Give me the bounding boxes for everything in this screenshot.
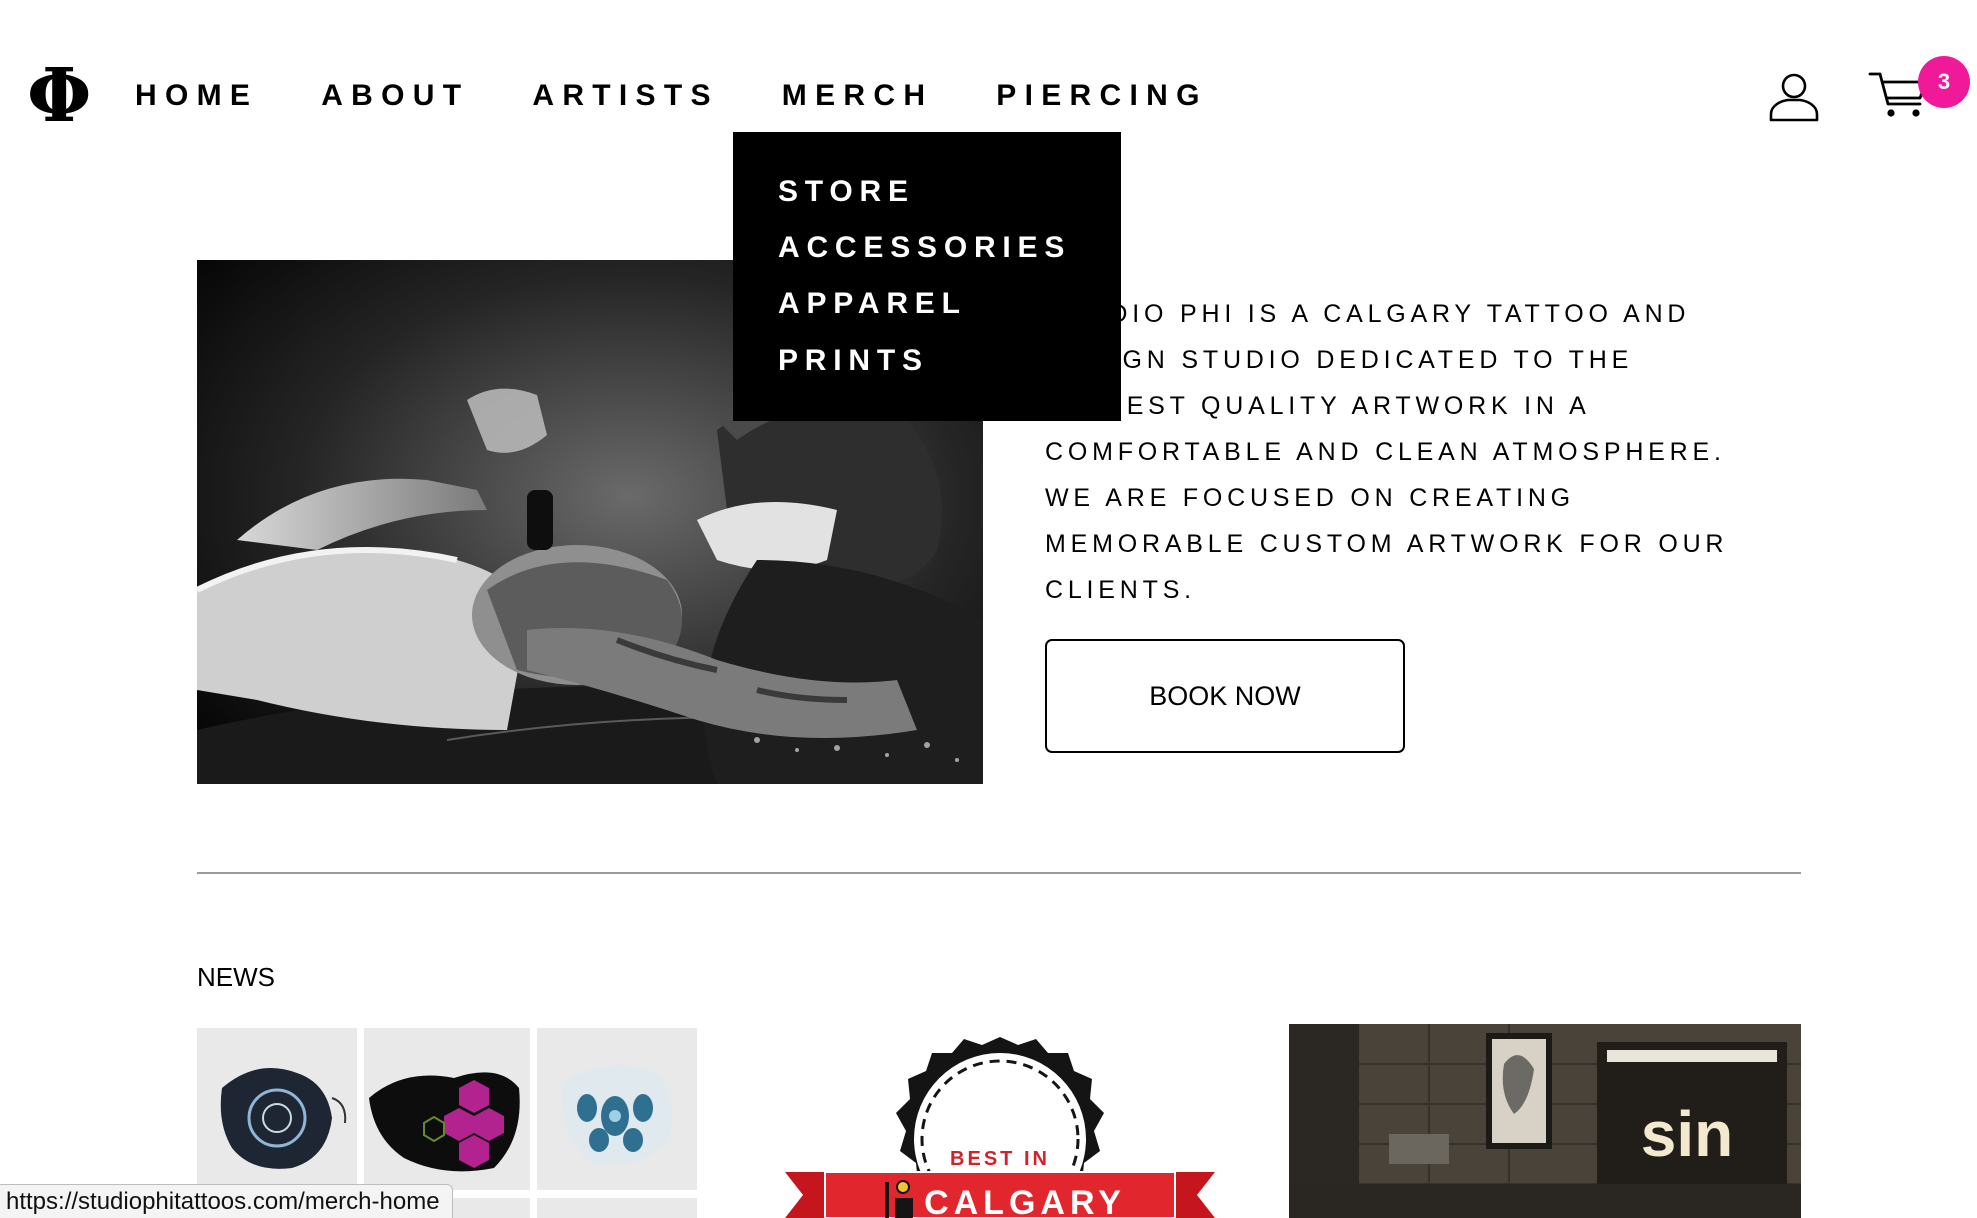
menu-item-store[interactable]: STORE [778,172,915,212]
menu-item-prints[interactable]: PRINTS [778,341,929,381]
main-nav: HOME ABOUT ARTISTS MERCH PIERCING [135,76,1208,116]
nav-about[interactable]: ABOUT [321,76,469,116]
studio-logo[interactable]: Φ [27,56,91,136]
nav-piercing[interactable]: PIERCING [996,76,1207,116]
menu-item-apparel[interactable]: APPAREL [778,284,967,324]
mask-image [537,1028,697,1190]
news-card-shop-interior[interactable]: sin [1289,1024,1801,1218]
book-now-button[interactable]: BOOK NOW [1045,639,1405,753]
menu-item-accessories[interactable]: ACCESSORIES [778,228,1071,268]
nav-merch[interactable]: MERCH [782,76,934,116]
page: Φ HOME ABOUT ARTISTS MERCH PIERCING 3 PH… [0,0,1977,1218]
badge-best-in-text: BEST IN [950,1148,1050,1170]
mask-image [197,1028,357,1190]
browser-status-url: https://studiophitattoos.com/merch-home [0,1184,453,1218]
badge-city-text: CALGARY [924,1184,1126,1218]
mask-image [364,1028,530,1190]
studio-description: STUDIO PHI IS A CALGARY TATTOO AND DESIG… [1045,300,1729,604]
merch-dropdown-menu: STORE ACCESSORIES APPAREL PRINTS [733,132,1121,421]
section-divider [197,872,1801,874]
nav-artists[interactable]: ARTISTS [532,76,718,116]
user-icon[interactable] [1768,70,1820,122]
nav-home[interactable]: HOME [135,76,258,116]
shop-sign-text: sin [1641,1098,1733,1170]
cart-count-badge[interactable]: 3 [1918,56,1970,108]
news-heading: NEWS [197,962,275,992]
best-in-calgary-badge: BEST IN CALGARY [785,1037,1215,1218]
shop-interior-image: sin [1289,1024,1801,1218]
news-card-best-in-calgary[interactable]: BEST IN CALGARY [785,1022,1215,1218]
mask-image [537,1198,697,1218]
